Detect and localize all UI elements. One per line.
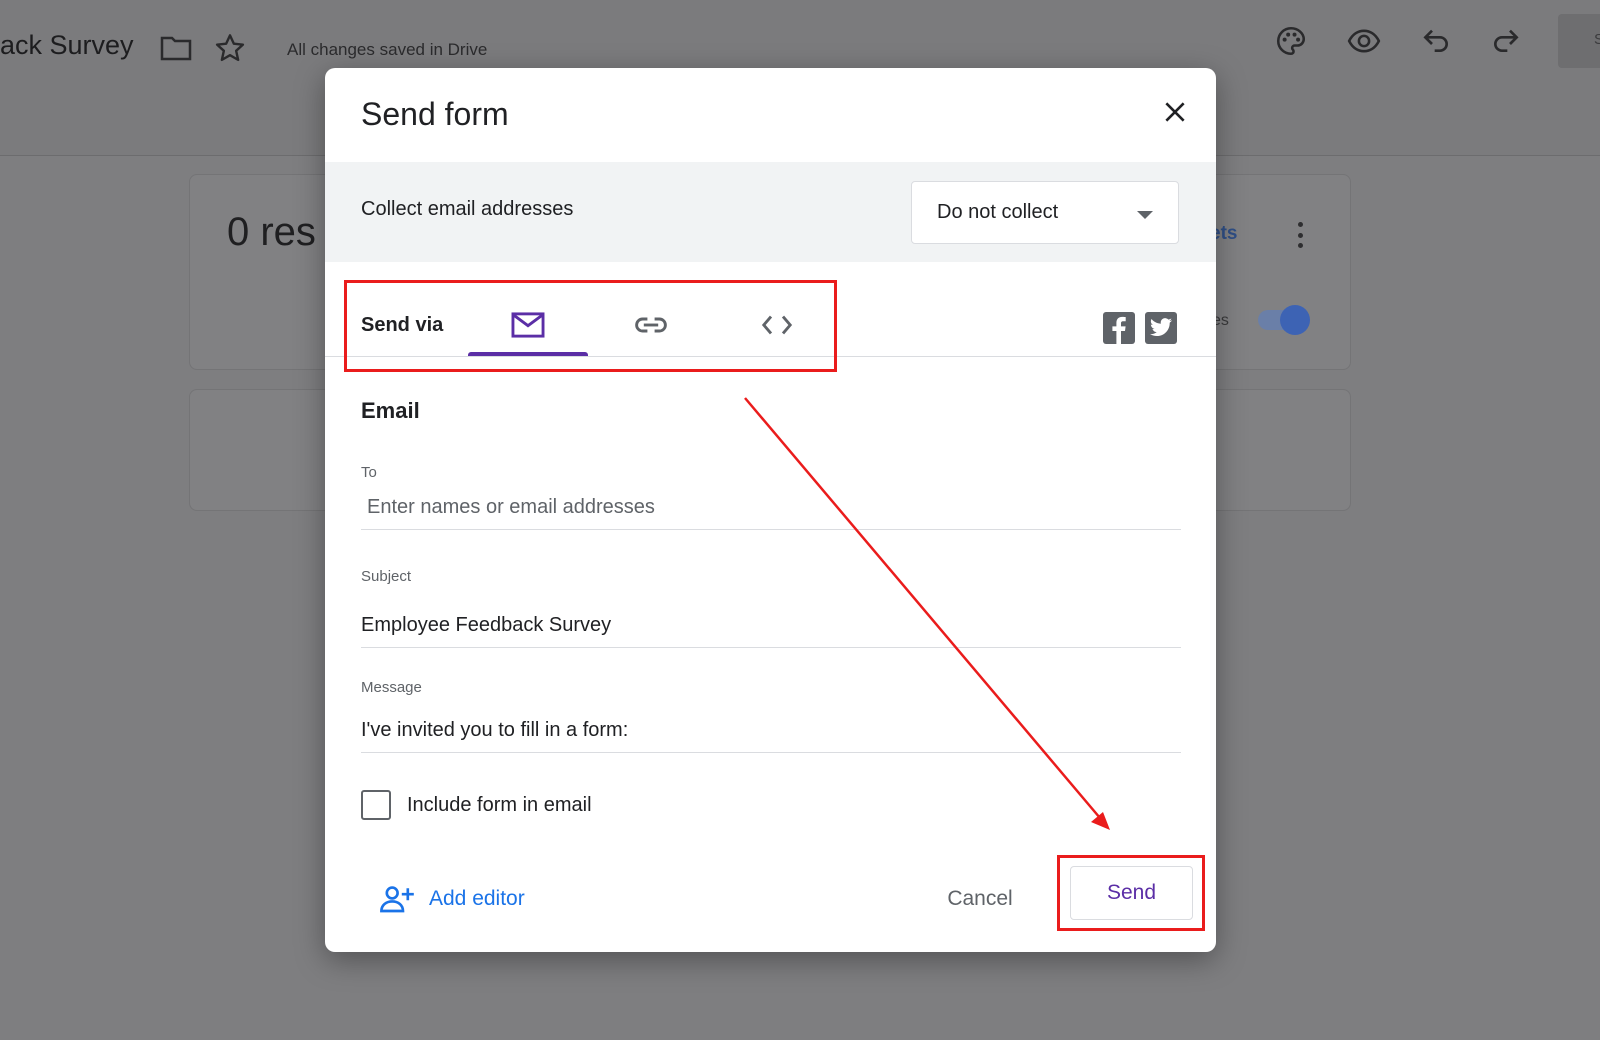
cancel-button[interactable]: Cancel	[935, 874, 1025, 924]
redo-icon[interactable]	[1490, 24, 1522, 56]
dropdown-caret-icon	[1137, 211, 1153, 219]
twitter-icon	[1150, 318, 1172, 336]
collect-email-select[interactable]: Do not collect	[911, 181, 1179, 244]
close-button[interactable]	[1157, 94, 1193, 130]
code-icon	[761, 315, 793, 335]
add-editor-label: Add editor	[429, 887, 525, 910]
to-label: To	[361, 464, 377, 481]
add-editor-button[interactable]: Add editor	[379, 884, 525, 914]
send-button[interactable]: Send	[1070, 866, 1193, 920]
close-icon	[1165, 102, 1185, 122]
subject-input[interactable]: Employee Feedback Survey	[361, 614, 1181, 648]
document-title[interactable]: ack Survey	[0, 30, 134, 61]
palette-icon[interactable]	[1274, 24, 1308, 58]
preview-eye-icon[interactable]	[1346, 24, 1382, 58]
collect-email-label: Collect email addresses	[361, 198, 574, 220]
star-icon[interactable]	[214, 32, 246, 64]
tab-link[interactable]	[591, 294, 711, 356]
message-input[interactable]: I've invited you to fill in a form:	[361, 719, 1181, 753]
undo-icon[interactable]	[1420, 24, 1452, 56]
subject-label: Subject	[361, 568, 412, 585]
more-options-icon[interactable]	[1297, 222, 1303, 248]
send-form-dialog: Send form Collect email addresses Do not…	[325, 68, 1216, 952]
send-via-label: Send via	[361, 314, 444, 336]
facebook-icon	[1112, 316, 1126, 344]
tab-email[interactable]	[468, 294, 588, 356]
share-facebook-button[interactable]	[1103, 312, 1135, 344]
add-person-icon	[380, 886, 414, 913]
accepting-responses-toggle[interactable]	[1258, 305, 1310, 335]
collect-email-select-value: Do not collect	[937, 201, 1059, 223]
include-form-checkbox[interactable]	[361, 790, 391, 820]
send-top-button-label: S	[1594, 31, 1600, 48]
email-section-title: Email	[361, 398, 420, 423]
responses-count: 0 res	[227, 210, 316, 254]
dialog-title: Send form	[361, 96, 509, 132]
message-label: Message	[361, 679, 422, 696]
share-twitter-button[interactable]	[1145, 312, 1177, 344]
include-form-label: Include form in email	[407, 794, 592, 816]
folder-icon[interactable]	[160, 34, 192, 62]
send-top-button[interactable]: S	[1558, 14, 1600, 68]
tabs-divider	[325, 356, 1216, 357]
tab-embed[interactable]	[717, 294, 837, 356]
save-status: All changes saved in Drive	[287, 40, 488, 59]
link-icon	[635, 317, 667, 333]
collect-email-section: Collect email addresses Do not collect	[325, 162, 1216, 262]
to-input[interactable]	[361, 486, 1181, 530]
email-icon	[511, 312, 545, 338]
